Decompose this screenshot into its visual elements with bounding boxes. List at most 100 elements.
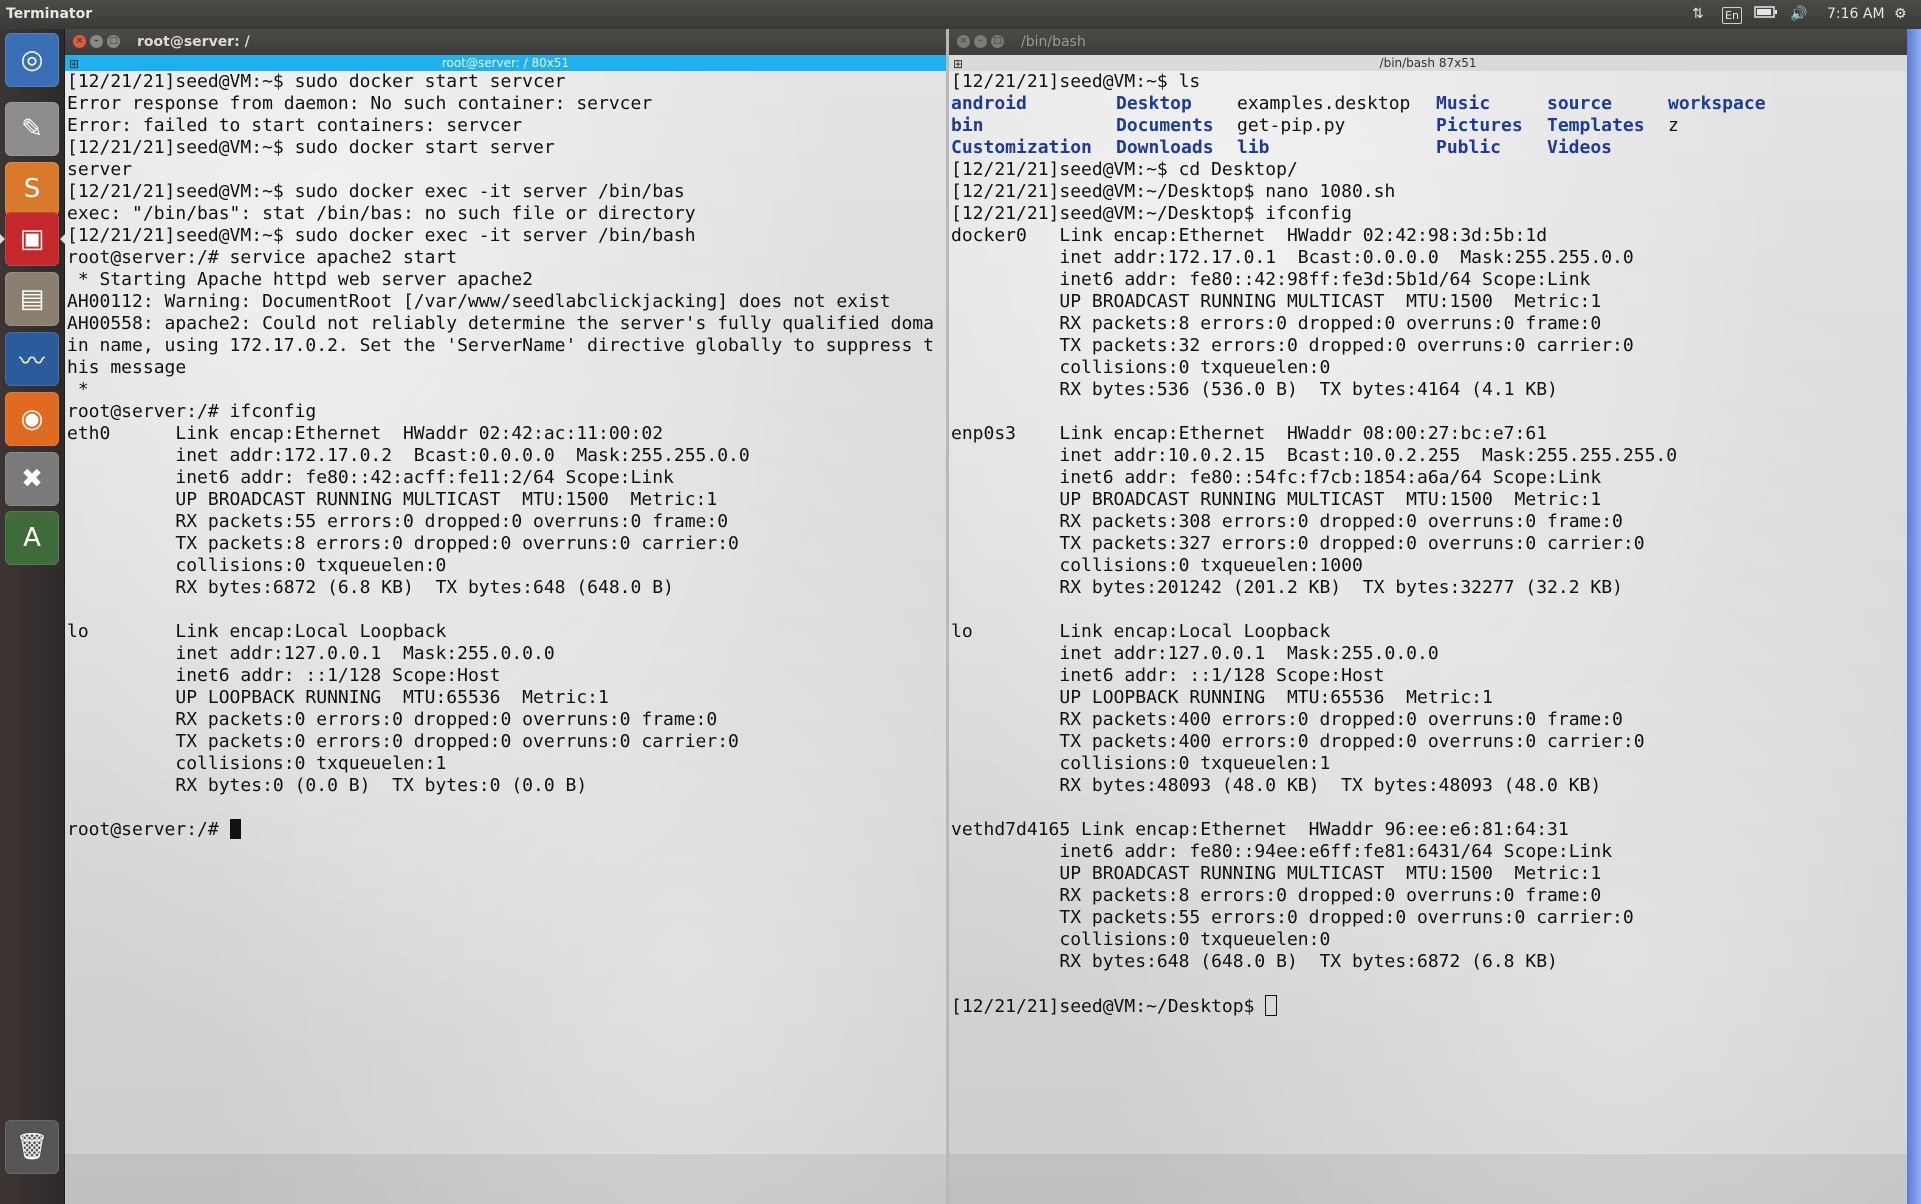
terminal-line: lo Link encap:Local Loopback [951,621,1331,642]
terminal-line: root@server:/# service apache2 start [67,247,458,268]
terminator-icon[interactable]: ▣ [0,212,65,266]
terminal-line: [12/21/21]seed@VM:~$ sudo docker start s… [67,137,555,158]
terminal-line: TX packets:327 errors:0 dropped:0 overru… [951,533,1645,554]
terminal-line: eth0 Link encap:Ethernet HWaddr 02:42:ac… [67,423,664,444]
app-title: Terminator [6,6,93,22]
terminal-line: TX packets:8 errors:0 dropped:0 overruns… [67,533,739,554]
directory-entry: lib [1237,137,1270,158]
terminal-line: inet6 addr: fe80::42:acff:fe11:2/64 Scop… [67,467,674,488]
terminal-line: Error: failed to start containers: servc… [67,115,523,136]
terminal-line: inet addr:172.17.0.2 Bcast:0.0.0.0 Mask:… [67,445,750,466]
text-cursor [1265,995,1278,1016]
directory-entry: Pictures [1436,115,1523,136]
terminal-line: collisions:0 txqueuelen:1 [951,753,1331,774]
terminal-prompt-line[interactable]: root@server:/# [67,819,946,841]
left-window-titlebar[interactable]: × – □ root@server: / [65,29,946,55]
terminal-line: collisions:0 txqueuelen:1000 [951,555,1363,576]
directory-entry: Documents [1116,115,1214,136]
terminal-line: enp0s3 Link encap:Ethernet HWaddr 08:00:… [951,423,1548,444]
left-terminal-pane[interactable]: × – □ root@server: / ⊞ root@server: / 80… [65,29,949,1204]
terminal-line: RX bytes:536 (536.0 B) TX bytes:4164 (4.… [951,379,1558,400]
terminal-line: his message [67,357,187,378]
terminal-line: collisions:0 txqueuelen:0 [951,357,1331,378]
file-manager-icon[interactable]: ▤ [5,272,59,326]
right-terminal-titlebar[interactable]: ⊞ /bin/bash 87x51 [949,55,1907,71]
file-entry: examples.desktop [1237,93,1411,114]
minimize-icon[interactable]: – [90,35,103,48]
maximize-icon[interactable]: □ [991,35,1004,48]
gear-icon[interactable]: ⚙ [1894,5,1907,24]
terminal-line: inet addr:10.0.2.15 Bcast:10.0.2.255 Mas… [951,445,1678,466]
terminal-line: RX packets:8 errors:0 dropped:0 overruns… [951,885,1602,906]
directory-entry: Public [1436,137,1502,158]
terminal-line: [12/21/21]seed@VM:~$ sudo docker start s… [67,71,566,92]
terminal-line: TX packets:0 errors:0 dropped:0 overruns… [67,731,739,752]
terminal-line: RX bytes:6872 (6.8 KB) TX bytes:648 (648… [67,577,674,598]
directory-entry: Videos [1547,137,1613,158]
text-editor-icon[interactable]: ✎ [5,102,59,156]
file-entry: get-pip.py [1237,115,1346,136]
terminal-line: server [67,159,133,180]
sublime-text-icon[interactable]: S [5,162,59,216]
directory-entry: Templates [1547,115,1645,136]
terminal-line: [12/21/21]seed@VM:~$ cd Desktop/ [951,159,1298,180]
terminal-line: RX bytes:648 (648.0 B) TX bytes:6872 (6.… [951,951,1558,972]
terminal-line: inet6 addr: ::1/128 Scope:Host [951,665,1385,686]
directory-entry: workspace [1668,93,1766,114]
terminal-line: RX packets:308 errors:0 dropped:0 overru… [951,511,1623,532]
grid-icon[interactable]: ⊞ [953,56,963,72]
directory-entry: source [1547,93,1613,114]
terminal-prompt-line[interactable]: [12/21/21]seed@VM:~/Desktop$ [951,995,1907,1017]
close-icon[interactable]: × [957,35,970,48]
firefox-icon[interactable]: ◉ [5,392,59,446]
wireshark-icon[interactable]: 〰 [5,332,59,386]
dash-home-icon[interactable]: ◎ [5,33,59,87]
terminal-line: AH00112: Warning: DocumentRoot [/var/www… [67,291,891,312]
terminal-line: collisions:0 txqueuelen:0 [951,929,1331,950]
terminal-line: inet6 addr: fe80::54fc:f7cb:1854:a6a/64 … [951,467,1602,488]
keyboard-layout-indicator[interactable]: En [1722,7,1742,24]
terminal-line: [12/21/21]seed@VM:~$ ls [951,71,1201,92]
terminal-line: inet addr:127.0.0.1 Mask:255.0.0.0 [951,643,1439,664]
trash-icon[interactable]: 🗑 [5,1120,59,1174]
software-updater-icon[interactable]: A [5,511,59,565]
desktop-wallpaper-edge [1907,29,1921,1204]
terminal-line: exec: "/bin/bas": stat /bin/bas: no such… [67,203,696,224]
right-window-titlebar[interactable]: × – □ /bin/bash [949,29,1907,55]
terminal-line: * Starting Apache httpd web server apach… [67,269,533,290]
terminal-line: root@server:/# ifconfig [67,401,317,422]
terminal-line: UP BROADCAST RUNNING MULTICAST MTU:1500 … [67,489,718,510]
left-pane-bottom [65,1154,946,1204]
right-pane-bottom [949,1154,1907,1204]
maximize-icon[interactable]: □ [107,35,120,48]
grid-icon[interactable]: ⊞ [69,56,79,72]
left-terminal-titlebar[interactable]: ⊞ root@server: / 80x51 [65,55,946,71]
right-terminal-pane[interactable]: × – □ /bin/bash ⊞ /bin/bash 87x51 [12/21… [949,29,1907,1204]
network-updown-icon[interactable]: ⇅ [1692,5,1704,24]
battery-icon[interactable] [1754,5,1778,24]
terminal-line: UP BROADCAST RUNNING MULTICAST MTU:1500 … [951,863,1602,884]
terminal-line: collisions:0 txqueuelen:0 [67,555,447,576]
close-icon[interactable]: × [73,35,86,48]
minimize-icon[interactable]: – [974,35,987,48]
system-settings-icon[interactable]: ✖ [5,452,59,506]
terminal-line: inet addr:127.0.0.1 Mask:255.0.0.0 [67,643,555,664]
terminal-line: inet addr:172.17.0.1 Bcast:0.0.0.0 Mask:… [951,247,1634,268]
terminal-line: docker0 Link encap:Ethernet HWaddr 02:42… [951,225,1548,246]
terminal-line: TX packets:55 errors:0 dropped:0 overrun… [951,907,1634,928]
volume-icon[interactable]: 🔊 [1790,5,1807,24]
terminal-line: TX packets:400 errors:0 dropped:0 overru… [951,731,1645,752]
directory-entry: Music [1436,93,1491,114]
left-terminal-output[interactable]: [12/21/21]seed@VM:~$ sudo docker start s… [67,71,946,1204]
right-window-title: /bin/bash [1021,34,1086,50]
top-panel: Terminator ⇅ En 🔊 7:16 AM ⚙ [0,0,1921,29]
terminal-line: RX packets:8 errors:0 dropped:0 overruns… [951,313,1602,334]
right-terminal-output[interactable]: [12/21/21]seed@VM:~$ ls android Desktop exa… [951,71,1907,1204]
terminal-line: UP BROADCAST RUNNING MULTICAST MTU:1500 … [951,489,1602,510]
clock[interactable]: 7:16 AM [1827,5,1885,24]
terminal-line: UP LOOPBACK RUNNING MTU:65536 Metric:1 [67,687,609,708]
